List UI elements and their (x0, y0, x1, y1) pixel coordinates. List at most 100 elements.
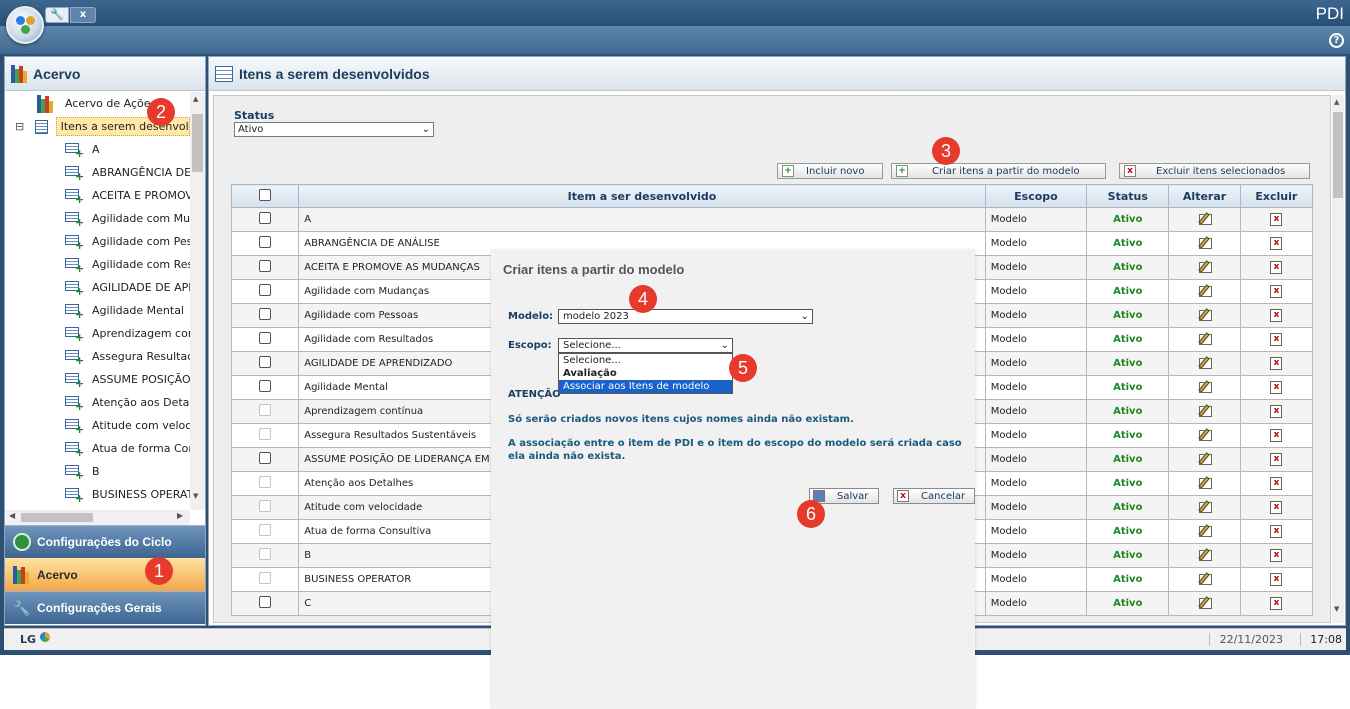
edit-icon[interactable] (1198, 548, 1213, 561)
edit-icon[interactable] (1198, 212, 1213, 225)
modelo-select[interactable]: modelo 2023 ⌄ (558, 309, 813, 324)
incluir-novo-button[interactable]: + Incluir novo (777, 163, 883, 179)
delete-icon[interactable]: x (1270, 477, 1283, 490)
tree-item[interactable]: + Aprendizagem contínua (5, 322, 190, 345)
tree-item[interactable]: + Agilidade com Pessoas (5, 230, 190, 253)
edit-icon[interactable] (1198, 524, 1213, 537)
tree-item[interactable]: + AGILIDADE DE APRENDIZADO (5, 276, 190, 299)
delete-icon[interactable]: x (1270, 597, 1283, 610)
collapse-icon[interactable]: ⊟ (15, 120, 25, 133)
scroll-up-arrow-icon[interactable]: ▲ (193, 95, 198, 103)
help-icon[interactable]: ? (1329, 33, 1344, 48)
row-checkbox[interactable] (259, 380, 272, 392)
col-status[interactable]: Status (1086, 184, 1170, 208)
row-checkbox[interactable] (259, 308, 272, 320)
row-checkbox (259, 524, 272, 536)
tree-item[interactable]: + ABRANGÊNCIA DE ANÁLISE (5, 161, 190, 184)
tree-item[interactable]: + Atenção aos Detalhes (5, 391, 190, 414)
scroll-down-arrow-icon[interactable]: ▼ (1334, 605, 1339, 613)
delete-icon[interactable]: x (1270, 237, 1283, 250)
edit-icon[interactable] (1198, 428, 1213, 441)
row-checkbox[interactable] (259, 452, 272, 464)
row-checkbox[interactable] (259, 332, 272, 344)
delete-icon[interactable]: x (1270, 549, 1283, 562)
delete-icon[interactable]: x (1270, 405, 1283, 418)
scroll-thumb[interactable] (1333, 112, 1343, 198)
row-checkbox[interactable] (259, 284, 272, 296)
escopo-select[interactable]: Selecione... ⌄ (558, 338, 733, 353)
tree-item[interactable]: + A (5, 138, 190, 161)
cancelar-button[interactable]: x Cancelar (893, 488, 975, 504)
tree-item[interactable]: + Agilidade com Mudanças (5, 207, 190, 230)
delete-icon[interactable]: x (1270, 285, 1283, 298)
sidebar-vertical-scrollbar[interactable]: ▲ ▼ (190, 92, 205, 510)
delete-icon[interactable]: x (1270, 381, 1283, 394)
option-associar-itens-modelo[interactable]: Associar aos Itens de modelo (559, 380, 732, 393)
delete-icon[interactable]: x (1270, 429, 1283, 442)
delete-icon[interactable]: x (1270, 573, 1283, 586)
row-select-cell (230, 327, 300, 352)
edit-icon[interactable] (1198, 284, 1213, 297)
delete-icon[interactable]: x (1270, 525, 1283, 538)
scroll-thumb[interactable] (21, 513, 93, 522)
col-item[interactable]: Item a ser desenvolvido (298, 184, 986, 208)
edit-icon[interactable] (1198, 596, 1213, 609)
option-avaliacao[interactable]: Avaliação (559, 367, 732, 380)
edit-icon[interactable] (1198, 452, 1213, 465)
delete-icon[interactable]: x (1270, 213, 1283, 226)
option-selecione[interactable]: Selecione... (559, 354, 732, 367)
scroll-right-arrow-icon[interactable]: ▶ (177, 511, 183, 520)
tree-item[interactable]: + Assegura Resultados Sustentáveis (5, 345, 190, 368)
tree-item[interactable]: + BUSINESS OPERATOR (5, 483, 190, 506)
edit-icon[interactable] (1198, 308, 1213, 321)
close-tab-button[interactable]: x (70, 7, 96, 23)
edit-icon[interactable] (1198, 356, 1213, 369)
tree-item[interactable]: + Atitude com velocidade (5, 414, 190, 437)
edit-icon[interactable] (1198, 260, 1213, 273)
delete-icon[interactable]: x (1270, 357, 1283, 370)
tree-item[interactable]: + ASSUME POSIÇÃO DE LIDERANÇA EM (5, 368, 190, 391)
scroll-left-arrow-icon[interactable]: ◀ (9, 511, 15, 520)
nav-configuracoes-gerais[interactable]: 🔧 Configurações Gerais (5, 591, 205, 624)
tree-item[interactable]: + Atua de forma Consultiva (5, 437, 190, 460)
edit-icon[interactable] (1198, 380, 1213, 393)
excluir-selecionados-button[interactable]: x Excluir itens selecionados (1119, 163, 1310, 179)
row-checkbox[interactable] (259, 260, 272, 272)
row-checkbox[interactable] (259, 236, 272, 248)
criar-itens-modelo-button[interactable]: + Criar itens a partir do modelo (891, 163, 1106, 179)
tree-item[interactable]: + Agilidade Mental (5, 299, 190, 322)
delete-icon[interactable]: x (1270, 333, 1283, 346)
row-select-cell (230, 423, 300, 448)
delete-icon[interactable]: x (1270, 309, 1283, 322)
nav-acervo[interactable]: Acervo (5, 558, 205, 591)
edit-icon[interactable] (1198, 500, 1213, 513)
edit-icon[interactable] (1198, 572, 1213, 585)
col-escopo[interactable]: Escopo (984, 184, 1088, 208)
edit-icon[interactable] (1198, 332, 1213, 345)
row-checkbox[interactable] (259, 356, 272, 368)
scroll-up-arrow-icon[interactable]: ▲ (1334, 98, 1339, 106)
excluir-cell: x (1239, 231, 1314, 256)
status-select[interactable]: Ativo ⌄ (234, 122, 434, 137)
delete-icon[interactable]: x (1270, 261, 1283, 274)
row-checkbox[interactable] (259, 596, 272, 608)
scroll-thumb[interactable] (192, 114, 203, 172)
delete-icon[interactable]: x (1270, 501, 1283, 514)
row-checkbox[interactable] (259, 212, 272, 224)
salvar-button[interactable]: Salvar (809, 488, 879, 504)
tree-item[interactable]: + B (5, 460, 190, 483)
tree-item[interactable]: + Agilidade com Resultados (5, 253, 190, 276)
tools-tab-wrench-icon[interactable]: 🔧 (45, 7, 69, 23)
edit-icon[interactable] (1198, 476, 1213, 489)
tree-item[interactable]: + ACEITA E PROMOVE AS MUDANÇAS (5, 184, 190, 207)
main-vertical-scrollbar[interactable]: ▲ ▼ (1332, 95, 1344, 623)
table-row: A Modelo Ativo x (230, 207, 1314, 232)
nav-configuracoes-ciclo[interactable]: Configurações do Ciclo (5, 525, 205, 558)
app-menu-orb-icon[interactable] (6, 6, 44, 44)
edit-icon[interactable] (1198, 236, 1213, 249)
delete-icon[interactable]: x (1270, 453, 1283, 466)
scroll-down-arrow-icon[interactable]: ▼ (193, 492, 198, 500)
edit-icon[interactable] (1198, 404, 1213, 417)
select-all-checkbox[interactable] (259, 188, 272, 201)
sidebar-horizontal-scrollbar[interactable]: ◀ ▶ (5, 510, 190, 525)
